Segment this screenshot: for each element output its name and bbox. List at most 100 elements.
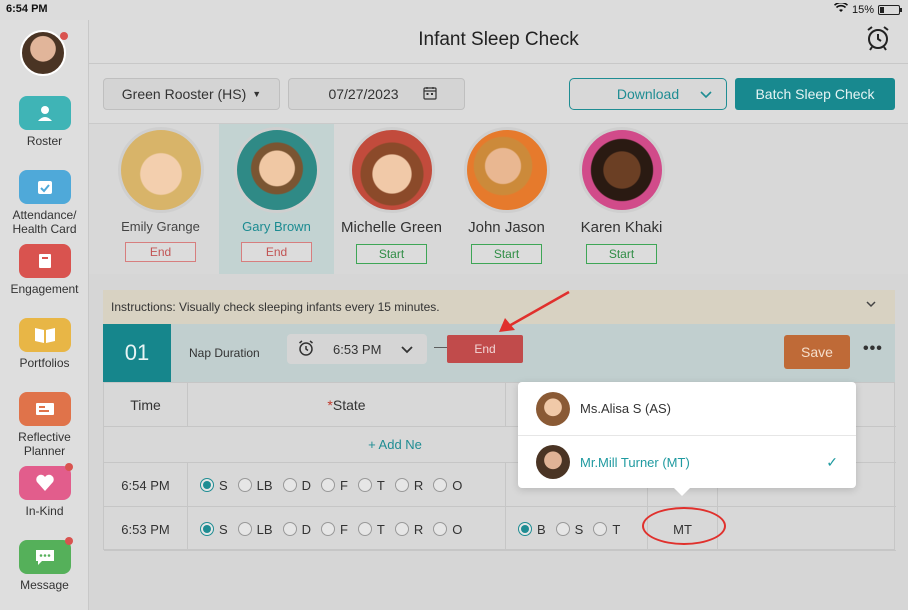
checker-dropdown: Ms.Alisa S (AS) Mr.Mill Turner (MT) ✓ bbox=[518, 382, 856, 496]
checker-option-selected[interactable]: Mr.Mill Turner (MT) ✓ bbox=[518, 435, 856, 488]
toolbar: Green Rooster (HS) ▼ 07/27/2023 Download… bbox=[89, 64, 908, 124]
battery-percent: 15% bbox=[851, 3, 874, 16]
start-button[interactable]: Start bbox=[356, 244, 427, 264]
state-radio[interactable]: LB bbox=[237, 522, 273, 537]
chevron-down-icon bbox=[401, 342, 414, 357]
state-radio[interactable]: O bbox=[433, 478, 462, 493]
state-radio-group: S LB D F T R O bbox=[188, 463, 506, 507]
column-header-state: * State bbox=[188, 383, 506, 427]
sidebar-item-label: In-Kind bbox=[25, 504, 64, 518]
state-radio[interactable]: LB bbox=[237, 478, 273, 493]
user-avatar[interactable] bbox=[20, 30, 68, 76]
alarm-icon bbox=[297, 339, 315, 360]
child-name: Michelle Green bbox=[341, 219, 442, 236]
alarm-clock-icon[interactable] bbox=[864, 24, 892, 52]
radio-circle bbox=[200, 478, 214, 492]
start-button[interactable]: Start bbox=[471, 244, 542, 264]
row-time: 6:54 PM bbox=[104, 463, 188, 507]
state-radio-group: S LB D F T R O bbox=[188, 507, 506, 551]
planner-icon bbox=[18, 392, 71, 426]
sidebar-item-label: Planner bbox=[23, 444, 66, 458]
radio-label: S bbox=[574, 521, 584, 537]
download-button[interactable]: Download bbox=[569, 78, 727, 110]
position-radio[interactable]: S bbox=[555, 521, 584, 537]
position-radio[interactable]: T bbox=[593, 522, 620, 537]
date-value: 07/27/2023 bbox=[328, 86, 399, 102]
state-radio[interactable]: S bbox=[200, 522, 228, 537]
time-separator: — bbox=[434, 338, 448, 354]
child-photo bbox=[578, 127, 665, 213]
avatar bbox=[536, 391, 570, 426]
sidebar-item-roster[interactable]: Roster bbox=[0, 96, 89, 148]
save-button[interactable]: Save bbox=[784, 335, 850, 369]
classroom-select[interactable]: Green Rooster (HS) ▼ bbox=[103, 78, 280, 110]
state-header-label: State bbox=[332, 397, 366, 413]
nap-start-time-select[interactable]: 6:53 PM bbox=[287, 334, 427, 364]
state-radio[interactable]: T bbox=[357, 478, 385, 493]
radio-circle bbox=[320, 522, 335, 536]
radio-label: T bbox=[612, 521, 621, 537]
child-card-selected[interactable]: Gary Brown End bbox=[219, 124, 334, 274]
caret-down-icon: ▼ bbox=[252, 89, 262, 99]
note-icon bbox=[18, 244, 71, 278]
sidebar-item-engagement[interactable]: Engagement bbox=[0, 244, 89, 296]
sidebar-item-portfolios[interactable]: Portfolios bbox=[0, 318, 89, 370]
notification-dot bbox=[60, 32, 68, 40]
child-card[interactable]: Emily Grange End bbox=[103, 124, 218, 274]
state-radio[interactable]: D bbox=[282, 478, 311, 493]
child-card[interactable]: Karen Khaki Start bbox=[564, 124, 679, 274]
sidebar-item-in-kind[interactable]: In-Kind bbox=[0, 463, 89, 518]
radio-circle bbox=[433, 522, 448, 536]
child-name: Gary Brown bbox=[242, 219, 311, 234]
child-name: John Jason bbox=[468, 219, 545, 236]
chevron-down-icon[interactable] bbox=[865, 298, 877, 312]
batch-sleep-check-button[interactable]: Batch Sleep Check bbox=[735, 78, 895, 110]
date-field[interactable]: 07/27/2023 bbox=[288, 78, 465, 110]
radio-circle bbox=[394, 522, 409, 536]
radio-circle bbox=[357, 522, 372, 536]
end-button[interactable]: End bbox=[241, 242, 312, 262]
start-button[interactable]: Start bbox=[586, 244, 657, 264]
state-radio[interactable]: D bbox=[282, 522, 311, 537]
radio-label: B bbox=[537, 521, 546, 537]
radio-circle bbox=[282, 478, 297, 492]
sidebar-item-message[interactable]: Message bbox=[0, 537, 89, 592]
end-button[interactable]: End bbox=[125, 242, 196, 262]
more-icon[interactable]: ••• bbox=[863, 340, 883, 358]
notification-dot bbox=[64, 537, 73, 545]
child-card[interactable]: John Jason Start bbox=[449, 124, 564, 274]
checker-option-label: Mr.Mill Turner (MT) bbox=[580, 454, 690, 470]
child-card[interactable]: Michelle Green Start bbox=[334, 124, 449, 274]
state-radio[interactable]: F bbox=[320, 521, 348, 537]
sidebar: Roster Attendance/ Health Card Engagemen… bbox=[0, 20, 89, 610]
notification-dot bbox=[64, 463, 73, 471]
state-radio[interactable]: O bbox=[433, 522, 462, 537]
annotation-ellipse bbox=[642, 507, 726, 545]
radio-circle bbox=[282, 522, 297, 536]
radio-label: F bbox=[339, 477, 348, 493]
state-radio[interactable]: S bbox=[200, 478, 228, 493]
sidebar-item-attendance[interactable]: Attendance/ Health Card bbox=[0, 170, 89, 236]
nap-end-button[interactable]: End bbox=[447, 335, 523, 363]
battery-icon bbox=[878, 4, 902, 15]
child-name: Emily Grange bbox=[121, 219, 200, 234]
state-radio[interactable]: T bbox=[357, 522, 385, 537]
checker-option[interactable]: Ms.Alisa S (AS) bbox=[518, 382, 856, 435]
radio-label: O bbox=[452, 521, 463, 537]
state-radio[interactable]: R bbox=[394, 478, 423, 493]
child-photo bbox=[117, 127, 204, 213]
state-radio[interactable]: R bbox=[394, 522, 423, 537]
page-header: Infant Sleep Check bbox=[89, 20, 908, 64]
person-icon bbox=[18, 96, 71, 130]
sidebar-item-reflective-planner[interactable]: Reflective Planner bbox=[0, 392, 89, 458]
sidebar-item-label: Attendance/ bbox=[12, 208, 77, 222]
position-radio[interactable]: B bbox=[518, 522, 546, 537]
state-radio[interactable]: F bbox=[320, 477, 348, 493]
radio-circle bbox=[394, 478, 409, 492]
radio-label: F bbox=[339, 521, 348, 537]
radio-label: S bbox=[219, 477, 228, 493]
child-photo bbox=[233, 127, 320, 213]
nap-number: 01 bbox=[103, 324, 171, 382]
children-row: Emily Grange End Gary Brown End Michelle… bbox=[89, 124, 908, 274]
radio-label: O bbox=[452, 477, 463, 493]
